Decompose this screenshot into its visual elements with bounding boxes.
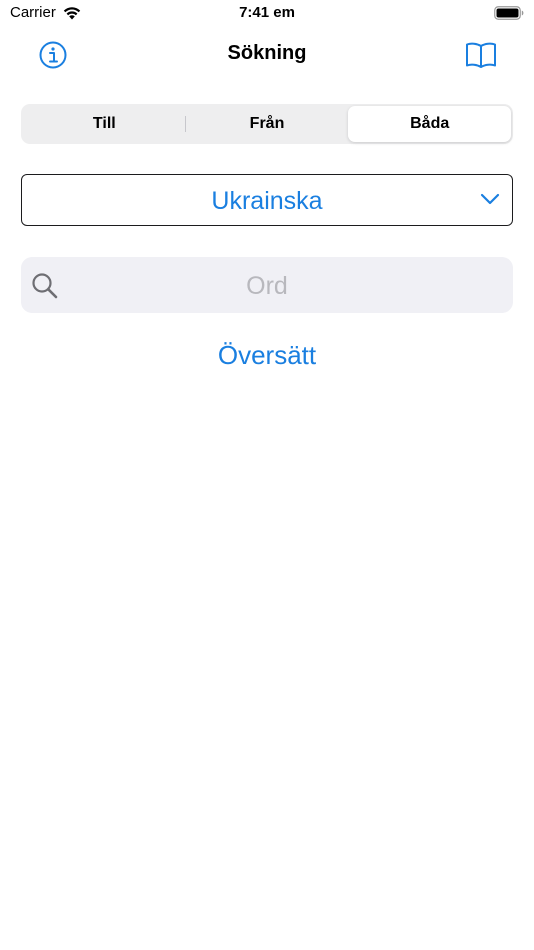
search-input[interactable] bbox=[71, 257, 463, 315]
translate-button[interactable]: Översätt bbox=[0, 340, 534, 371]
segment-bada[interactable]: Båda bbox=[348, 106, 512, 142]
segment-fran[interactable]: Från bbox=[186, 106, 349, 142]
search-field bbox=[21, 257, 513, 315]
search-icon bbox=[32, 273, 58, 299]
status-bar: Carrier 7:41 em bbox=[0, 0, 534, 30]
page-title: Sökning bbox=[227, 42, 307, 64]
direction-segmented-control: Till Från Båda bbox=[21, 104, 513, 144]
language-picker-value: Ukrainska bbox=[211, 187, 323, 215]
book-icon[interactable] bbox=[464, 40, 498, 70]
status-time: 7:41 em bbox=[239, 4, 295, 21]
battery-icon bbox=[494, 6, 524, 20]
chevron-down-icon bbox=[480, 193, 500, 205]
language-picker[interactable]: Ukrainska bbox=[21, 174, 513, 226]
segment-till[interactable]: Till bbox=[23, 106, 186, 142]
navigation-bar: Sökning bbox=[0, 30, 534, 80]
